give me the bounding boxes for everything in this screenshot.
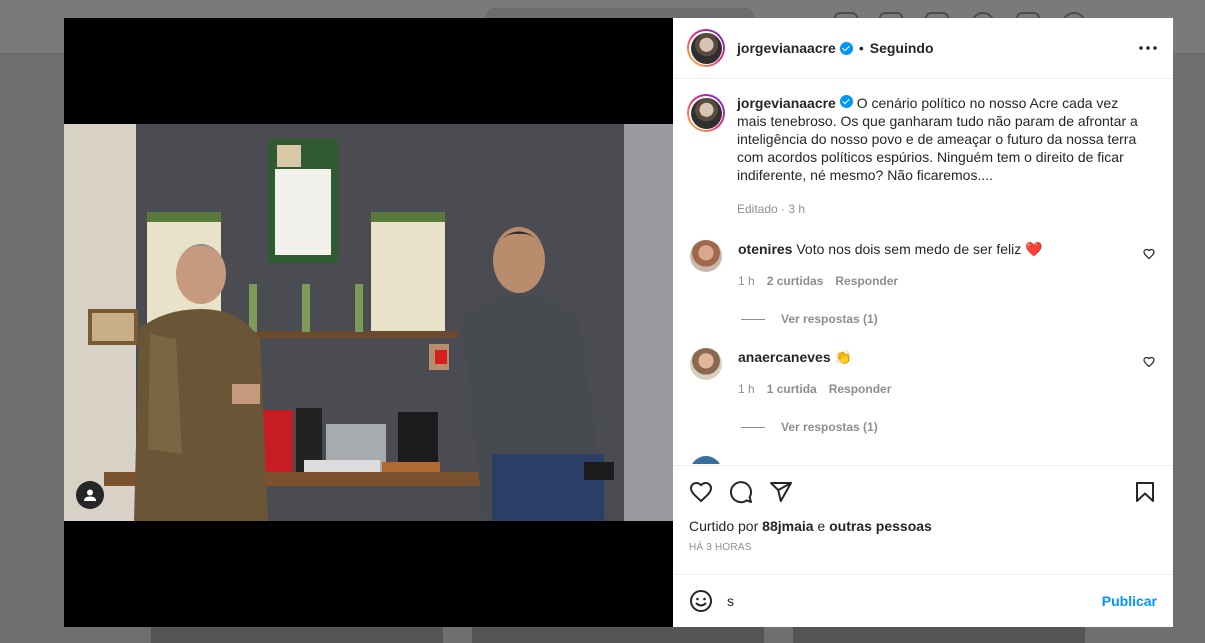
likes-connector: e	[817, 518, 826, 534]
tag-button[interactable]	[76, 481, 104, 509]
post-actions: Curtido por 88jmaia e outras pessoas HÁ …	[673, 465, 1173, 575]
view-replies-button[interactable]: Ver respostas (1)	[741, 420, 1157, 434]
comment-item: anaercaneves 👏 1 h 1 curtida Responder	[687, 348, 1157, 398]
post-photo[interactable]	[64, 124, 673, 521]
comment-item: otenires Voto nos dois sem medo de ser f…	[687, 240, 1157, 290]
caption-meta: Editado · 3 h	[737, 202, 806, 216]
comments-list[interactable]: jorgevianaacre O cenário político no nos…	[673, 80, 1173, 464]
view-replies-label: Ver respostas (1)	[781, 420, 878, 434]
commenter-avatar[interactable]	[690, 456, 722, 464]
post-timestamp[interactable]: HÁ 3 HORAS	[689, 542, 1157, 553]
commenter-avatar[interactable]	[690, 348, 722, 380]
background-thumbnail	[793, 627, 1085, 643]
comment-likes[interactable]: 2 curtidas	[767, 272, 824, 290]
caption-avatar[interactable]	[687, 94, 725, 132]
verified-badge-icon	[839, 41, 853, 55]
publish-button[interactable]: Publicar	[1102, 593, 1157, 609]
caption-username[interactable]: jorgevianaacre	[737, 95, 836, 111]
comment-like-icon[interactable]	[1143, 356, 1155, 368]
heart-icon[interactable]	[689, 480, 713, 504]
comment-icon[interactable]	[729, 480, 753, 504]
view-replies-label: Ver respostas (1)	[781, 312, 878, 326]
comment-composer: Publicar	[673, 574, 1173, 627]
background-thumbnail	[472, 627, 764, 643]
share-icon[interactable]	[769, 480, 793, 504]
comment-item-partial	[687, 456, 1157, 464]
comment-text: Voto nos dois sem medo de ser feliz	[796, 241, 1022, 257]
author-avatar[interactable]	[687, 29, 725, 67]
author-username[interactable]: jorgevianaacre	[737, 40, 836, 56]
comment-likes[interactable]: 1 curtida	[767, 380, 817, 398]
user-tag-icon	[84, 489, 96, 501]
heart-emoji: ❤️	[1025, 241, 1043, 257]
clapping-emoji: 👏	[834, 349, 852, 365]
comment-time[interactable]: 1 h	[738, 272, 755, 290]
view-replies-button[interactable]: Ver respostas (1)	[741, 312, 1157, 326]
post-detail-panel: jorgevianaacre • Seguindo jorgevianaacre…	[673, 18, 1173, 627]
commenter-avatar[interactable]	[690, 240, 722, 272]
likes-prefix: Curtido por	[689, 518, 759, 534]
comment-like-icon[interactable]	[1143, 248, 1155, 260]
reply-button[interactable]: Responder	[829, 380, 892, 398]
post-media	[64, 18, 673, 627]
caption: jorgevianaacre O cenário político no nos…	[687, 94, 1157, 218]
post-header: jorgevianaacre • Seguindo	[673, 18, 1173, 79]
header-separator: •	[858, 40, 864, 56]
following-button[interactable]: Seguindo	[870, 40, 934, 56]
post-photo-illustration	[64, 124, 673, 521]
comment-time[interactable]: 1 h	[738, 380, 755, 398]
background-thumbnail	[151, 627, 443, 643]
likes-others-link[interactable]: outras pessoas	[829, 518, 932, 534]
emoji-icon[interactable]	[689, 589, 713, 613]
reply-button[interactable]: Responder	[835, 272, 898, 290]
more-options-icon[interactable]	[1139, 46, 1157, 50]
commenter-username[interactable]: otenires	[738, 241, 792, 257]
likes-user-link[interactable]: 88jmaia	[762, 518, 813, 534]
comment-input[interactable]	[727, 593, 1102, 609]
commenter-username[interactable]: anaercaneves	[738, 349, 831, 365]
bookmark-icon[interactable]	[1133, 480, 1157, 504]
likes-summary: Curtido por 88jmaia e outras pessoas	[689, 518, 1157, 534]
verified-badge-icon	[839, 95, 853, 108]
